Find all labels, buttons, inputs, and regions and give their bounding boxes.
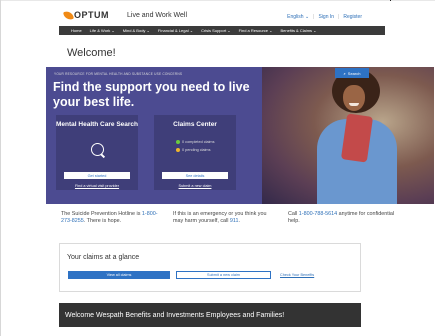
hotline-text: The Suicide Prevention Hotline is — [61, 211, 141, 217]
find-virtual-visit-link[interactable]: Find a virtual visit provider — [56, 184, 138, 188]
card-title: Claims Center — [173, 121, 217, 128]
hero-heading: Find the support you need to live your b… — [53, 80, 250, 109]
nav-label: Crisis Support — [201, 28, 227, 33]
site-tagline: Live and Work Well — [127, 11, 188, 19]
call-text: Call — [288, 211, 299, 217]
completed-status-icon — [176, 140, 180, 144]
main-navigation: Home Life & Work ⌄ Mind & Body ⌄ Financi… — [59, 26, 385, 35]
nav-find-resource[interactable]: Find a Resource ⌄ — [239, 28, 273, 33]
submit-new-claim-button[interactable]: Submit a new claim — [176, 271, 271, 279]
help-number-link[interactable]: 1-800-788-5614 — [299, 211, 337, 217]
nav-label: Financial & Legal — [157, 28, 189, 33]
nav-benefits-claims[interactable]: Benefits & Claims ⌄ — [280, 28, 316, 33]
utility-links: English ⌄ | Sign In | Register — [287, 14, 362, 20]
search-button-label: Search — [347, 70, 361, 76]
claims-center-card: Claims Center 0 completed claims 0 pendi… — [154, 115, 236, 190]
language-selector[interactable]: English — [287, 14, 303, 20]
sign-in-link[interactable]: Sign In — [318, 14, 334, 20]
optum-logo[interactable]: OPTUM Live and Work Well — [62, 9, 188, 21]
brand-name: OPTUM — [74, 10, 109, 20]
emergency-number-link[interactable]: 911 — [230, 218, 239, 224]
search-button[interactable]: ⌕ Search — [335, 68, 369, 78]
top-bar: OPTUM Live and Work Well English ⌄ | Sig… — [1, 1, 434, 26]
welcome-heading: Welcome! — [67, 47, 116, 59]
nav-label: Mind & Body — [122, 28, 146, 33]
submit-claim-link[interactable]: Submit a new claim — [154, 184, 236, 188]
hero-banner: YOUR RESOURCE FOR MENTAL HEALTH AND SUBS… — [46, 67, 434, 204]
emergency-text: If this is an emergency or you think you… — [173, 211, 267, 224]
mental-health-card: Mental Health Care Search Get started Fi… — [56, 115, 138, 190]
hotline-message: The Suicide Prevention Hotline is 1-800-… — [61, 211, 161, 225]
emergency-message: If this is an emergency or you think you… — [173, 211, 267, 224]
chevron-down-icon: ⌄ — [303, 14, 310, 20]
nav-mind-body[interactable]: Mind & Body ⌄ — [123, 28, 150, 33]
wespath-welcome-banner: Welcome Wespath Benefits and Investments… — [59, 303, 361, 327]
nav-life-work[interactable]: Life & Work ⌄ — [90, 28, 115, 33]
card-title: Mental Health Care Search — [56, 121, 139, 128]
nav-home[interactable]: Home — [71, 28, 82, 33]
nav-crisis-support[interactable]: Crisis Support ⌄ — [201, 28, 231, 33]
nav-label: Benefits & Claims — [280, 28, 313, 33]
nav-label: Life & Work — [89, 28, 111, 33]
get-started-button[interactable]: Get started — [64, 172, 130, 179]
hero-tagline: YOUR RESOURCE FOR MENTAL HEALTH AND SUBS… — [54, 72, 183, 76]
person-smile — [349, 103, 359, 106]
completed-claims-row: 0 completed claims — [176, 140, 215, 144]
confidential-help-message: Call 1-800-788-5614 anytime for confiden… — [288, 211, 398, 225]
pending-status-icon — [176, 148, 180, 152]
check-benefits-link[interactable]: Check Your Benefits — [280, 273, 314, 277]
nav-financial-legal[interactable]: Financial & Legal ⌄ — [158, 28, 193, 33]
view-all-claims-button[interactable]: View all claims — [68, 271, 170, 279]
page: OPTUM Live and Work Well English ⌄ | Sig… — [1, 1, 434, 336]
hotline-suffix: . There is hope. — [83, 218, 122, 224]
completed-claims-count: 0 completed claims — [182, 140, 215, 144]
person-face — [343, 85, 365, 111]
claims-at-a-glance-panel: Your claims at a glance View all claims … — [59, 243, 361, 292]
search-icon — [91, 143, 104, 156]
separator: | — [338, 14, 340, 20]
pending-claims-count: 0 pending claims — [182, 148, 211, 152]
separator: | — [313, 14, 315, 20]
hero-photo — [262, 67, 434, 204]
nav-label: Find a Resource — [238, 28, 269, 33]
claims-panel-title: Your claims at a glance — [67, 254, 140, 261]
register-link[interactable]: Register — [343, 14, 362, 20]
optum-mark-icon — [62, 9, 75, 21]
pending-claims-row: 0 pending claims — [176, 148, 211, 152]
hero-panel: YOUR RESOURCE FOR MENTAL HEALTH AND SUBS… — [46, 67, 262, 204]
search-icon: ⌕ — [343, 70, 346, 76]
see-details-button[interactable]: See details — [162, 172, 228, 179]
